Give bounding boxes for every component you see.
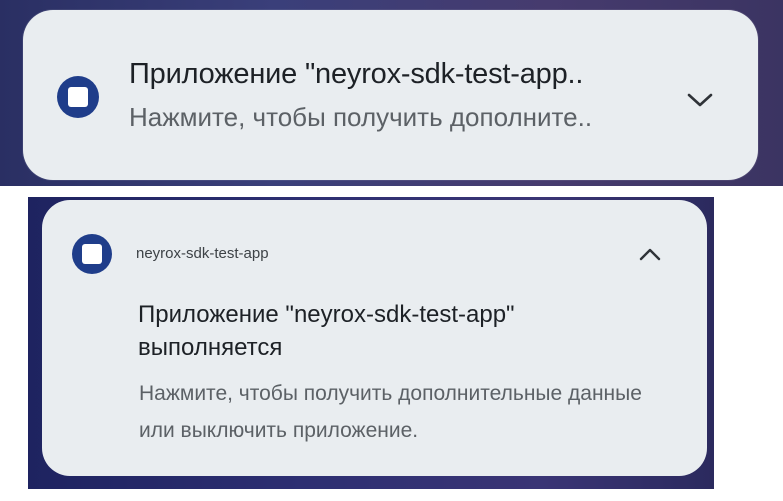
chevron-up-icon[interactable] [638, 246, 662, 262]
app-square-icon [70, 232, 114, 281]
chevron-down-icon[interactable] [686, 90, 714, 110]
collapsed-notification-screenshot: Приложение "neyrox-sdk-test-app.. Нажмит… [0, 0, 783, 186]
expanded-notification-screenshot: neyrox-sdk-test-app Приложение "neyrox-s… [28, 197, 714, 489]
notification-text: Нажмите, чтобы получить дополните.. [129, 102, 593, 132]
notification-title: Приложение "neyrox-sdk-test-app.. [129, 58, 584, 90]
expanded-notification-card[interactable]: neyrox-sdk-test-app Приложение "neyrox-s… [42, 200, 707, 476]
collapsed-notification-card[interactable]: Приложение "neyrox-sdk-test-app.. Нажмит… [23, 10, 758, 180]
notification-text: Нажмите, чтобы получить дополнительные д… [139, 382, 642, 442]
notification-app-name: neyrox-sdk-test-app [136, 245, 269, 262]
notification-title: Приложение "neyrox-sdk-test-app" выполня… [138, 301, 515, 361]
app-square-icon [55, 74, 101, 125]
